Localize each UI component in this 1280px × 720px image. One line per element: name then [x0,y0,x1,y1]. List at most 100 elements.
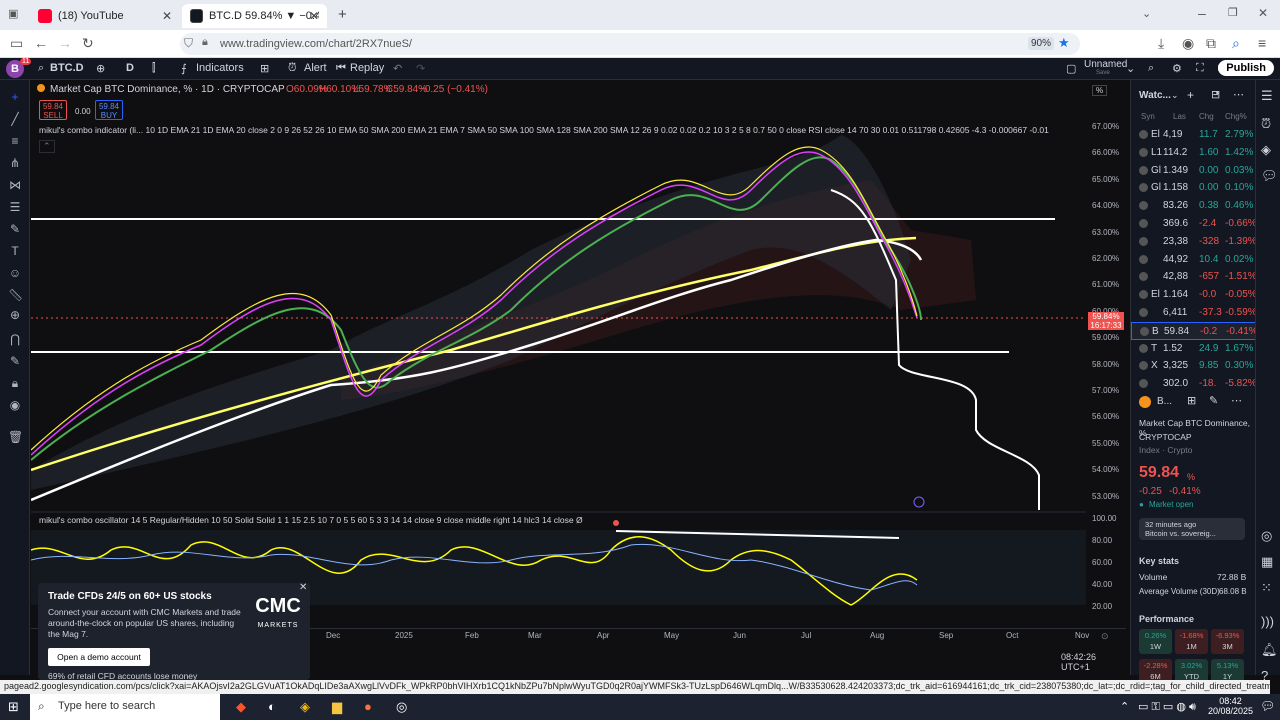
watchlist-row[interactable]: B 59.84 -0.2 -0.41% [1131,321,1258,340]
taskbar-search[interactable]: ⌕ Type here to search [30,694,220,720]
news-card[interactable]: 32 minutes ago Bitcoin vs. sovereig... [1139,518,1245,540]
chevron-down-icon[interactable]: ⌄ [1171,90,1179,101]
settings-icon[interactable]: ⚙ [1172,62,1182,75]
replay-icon[interactable]: ⏮︎ [336,62,346,75]
search-icon[interactable]: ⌕ [38,62,44,75]
compare-icon[interactable]: ⊕ [96,62,105,75]
search-icon[interactable]: ⌕ [1232,35,1240,52]
chat-icon[interactable]: 💬︎ [1261,168,1278,184]
apps-icon[interactable]: ⁙ [1261,580,1272,596]
indicator-legend[interactable]: mikul's combo indicator (li... 10 1D EMA… [39,125,1049,135]
layout-save-label[interactable]: Save [1096,70,1110,76]
close-ad-icon[interactable]: ✕ [299,582,307,593]
performance-cell[interactable]: 0.26% 1W [1139,629,1172,654]
collapse-legend-icon[interactable]: ⌃ [39,140,55,153]
watchlist-row[interactable]: 83.26 0.38 0.46% [1131,197,1256,215]
watchlist-row[interactable]: El 1.164 -0.0 -0.05% [1131,286,1257,304]
watchlist-title[interactable]: Watc... [1139,90,1171,101]
sidebar-icon[interactable]: ▭ [10,35,23,52]
watchlist-row[interactable]: 23,38 -328 -1.39% [1131,233,1257,251]
watchlist-row[interactable]: 42,88 -657 -1.51% [1131,268,1257,286]
fullscreen-icon[interactable]: ⛶ [1196,62,1204,75]
chevron-down-icon[interactable]: ⌄ [1142,7,1151,20]
horizontal-lines-icon[interactable]: ≡ [8,134,22,148]
alerts-icon[interactable]: ⏰︎ [1261,116,1271,132]
eye-icon[interactable]: ◉ [8,398,22,412]
quick-search-icon[interactable]: ⌕ [1148,62,1154,75]
edit-icon[interactable]: ✎ [1209,394,1218,407]
grid-icon[interactable]: ⊞ [1187,394,1196,407]
publish-button[interactable]: Publish [1218,60,1274,76]
windows-start-icon[interactable]: ⊞ [8,699,19,715]
sell-button[interactable]: 59.84 SELL [39,100,67,120]
chevron-down-icon[interactable]: ⌄ [1126,62,1135,75]
tab-tradingview[interactable]: BTC.D 59.84% ▼ −0.41% Unnar ✕ [182,4,327,28]
symbol-search[interactable]: BTC.D [50,62,84,74]
new-tab-icon[interactable]: + [338,6,347,23]
indicators-icon[interactable]: ⨍ [181,62,187,75]
shield-icon[interactable]: ⛉ [184,36,193,51]
open-demo-button[interactable]: Open a demo account [48,648,150,666]
restore-icon[interactable]: ❐ [1228,6,1238,19]
target-icon[interactable]: ◎ [1261,528,1272,544]
emoji-icon[interactable]: ☺ [8,266,22,280]
header-symbol[interactable]: Syn [1141,112,1155,121]
details-exchange[interactable]: CRYPTOCAP [1139,432,1192,442]
price-axis[interactable]: % 67.00% 66.00% 65.00% 64.00% 63.00% 62.00% 61… [1088,80,1126,675]
performance-cell[interactable]: -1.68% 1M [1175,629,1208,654]
details-symbol[interactable]: B... [1157,396,1172,407]
alert-button[interactable]: Alert [304,62,327,74]
tradingview-app-icon[interactable]: ◎ [396,699,407,715]
watchlist-row[interactable]: El 4,19 11.7 2.79% [1131,126,1256,144]
minimize-icon[interactable]: – [1198,5,1206,21]
ruler-icon[interactable]: 📏︎ [8,288,23,302]
indicators-button[interactable]: Indicators [196,62,244,74]
trend-line-icon[interactable]: ╱ [8,112,22,126]
firefox-icon[interactable]: ● [364,699,372,714]
alert-icon[interactable]: ⏰︎ [288,62,297,75]
download-icon[interactable]: ⤓ [1158,35,1164,52]
layout-icon[interactable]: ▢ [1066,62,1076,75]
crosshair-icon[interactable]: + [8,90,22,104]
folder-icon[interactable]: ▆ [332,699,342,715]
brave-icon[interactable]: ◆ [236,699,246,715]
watchlist-row[interactable]: 369.6 -2.4 -0.66% [1131,215,1257,233]
add-symbol-icon[interactable]: + [1187,88,1194,102]
brush-icon[interactable]: ✎ [8,222,22,236]
buy-button[interactable]: 59.84 BUY [95,100,123,120]
tray-chevron-icon[interactable]: ⌃ [1120,700,1129,713]
more-icon[interactable]: ⋯ [1233,88,1244,101]
address-bar[interactable]: ⛉ 🔒︎ www.tradingview.com/chart/2RX7nueS/… [180,33,1080,55]
reload-icon[interactable]: ↻ [82,35,94,52]
goto-date-icon[interactable]: ⊙ [1101,631,1109,642]
binance-icon[interactable]: ◈ [300,699,310,715]
tray-icons[interactable]: ▭ ⚿ ▭ ◍ 🔊︎ [1138,700,1196,714]
more-icon[interactable]: ⋯ [1231,394,1242,407]
chart-clock[interactable]: 08:42:26 UTC+1 [1061,652,1126,672]
fib-icon[interactable]: ☰ [8,200,22,214]
magnet-icon[interactable]: ⋂ [8,332,22,346]
replay-button[interactable]: Replay [350,62,384,74]
action-center-icon[interactable]: 💬︎ [1260,699,1275,713]
header-chg[interactable]: Chg [1199,112,1214,121]
watchlist-row[interactable]: T 1.52 24.9 1.67% [1131,340,1256,358]
axis-unit[interactable]: % [1092,85,1108,96]
watchlist-row[interactable]: L1 114.2 1.60 1.42% [1131,144,1256,162]
header-last[interactable]: Las [1173,112,1186,121]
watchlist-row[interactable]: 302.0 -18. -5.82% [1131,375,1257,393]
layers-icon[interactable]: ◈ [1261,142,1271,158]
tab-list-icon[interactable]: ▣ [8,7,18,20]
calendar-icon[interactable]: ▦ [1261,554,1273,570]
tab-youtube[interactable]: (18) YouTube ✕ [30,4,180,28]
lock-icon[interactable]: 🔒︎ [202,36,208,49]
sync-icon[interactable]: ◔ [1213,88,1220,100]
header-chg-pct[interactable]: Chg% [1225,112,1247,121]
watchlist-row[interactable]: X 3,325 9.85 0.30% [1131,357,1256,375]
watchlist-row[interactable]: 44,92 10.4 0.02% [1131,251,1256,269]
close-tab-icon[interactable]: ✕ [309,9,319,23]
oscillator-legend[interactable]: mikul's combo oscillator 14 5 Regular/Hi… [39,515,1049,525]
zoom-level[interactable]: 90% [1028,37,1055,50]
text-icon[interactable]: T [8,244,22,258]
watchlist-icon[interactable]: ☰ [1261,88,1273,104]
watchlist-row[interactable]: Gl 1.349 0.00 0.03% [1131,162,1256,180]
